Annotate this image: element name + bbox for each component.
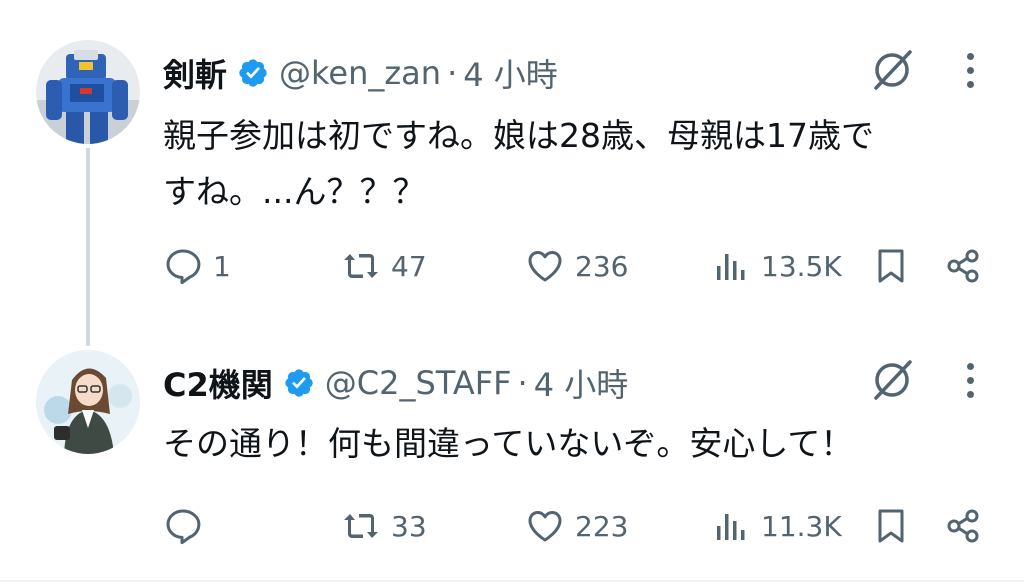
tweet-text-line: すね。...ん？？？ — [163, 172, 426, 211]
heart-icon — [528, 511, 562, 542]
anime-character-avatar-icon — [36, 350, 140, 454]
avatar[interactable] — [36, 350, 140, 454]
tweet-text-line: その通り！何も間違っていないぞ。安心して！ — [163, 424, 854, 463]
more-options-icon[interactable] — [956, 354, 984, 406]
tweet[interactable]: C2機関 @C2_STAFF · 4 小時 その通り！何も間違っていないぞ。安心… — [0, 330, 1024, 582]
avatar[interactable] — [36, 40, 140, 144]
more-options-icon[interactable] — [956, 44, 984, 96]
tweet-actions: 1 47 236 13.5K — [163, 240, 993, 292]
retweet-count: 47 — [391, 249, 427, 283]
bookmark-button[interactable] — [871, 500, 911, 552]
timestamp[interactable]: 4 小時 — [463, 50, 558, 96]
author-handle[interactable]: @C2_STAFF — [325, 364, 512, 402]
timestamp[interactable]: 4 小時 — [534, 360, 629, 406]
verified-badge-icon — [239, 59, 267, 87]
tweet[interactable]: 剣斬 @ken_zan · 4 小時 親子参加は初ですね。娘は28歳、母親は17… — [0, 0, 1024, 330]
heart-icon — [528, 251, 562, 282]
reply-icon — [166, 249, 201, 285]
tweet-header: C2機関 @C2_STAFF · 4 小時 — [163, 360, 628, 406]
views-button[interactable]: 11.3K — [711, 500, 842, 552]
views-chart-icon — [717, 254, 745, 280]
share-button[interactable] — [943, 500, 983, 552]
tweet-text: 親子参加は初ですね。娘は28歳、母親は17歳で すね。...ん？？？ — [163, 108, 993, 220]
tweet-text-line: 親子参加は初ですね。娘は28歳、母親は17歳で — [163, 116, 874, 155]
share-button[interactable] — [943, 240, 983, 292]
retweet-icon — [344, 514, 378, 538]
grok-icon[interactable] — [866, 44, 918, 96]
like-count: 236 — [575, 249, 629, 283]
bookmark-icon — [878, 509, 904, 543]
reply-icon — [166, 509, 201, 545]
tweet-divider — [0, 580, 1024, 582]
retweet-button[interactable]: 33 — [341, 500, 427, 552]
reply-button[interactable]: 1 — [163, 240, 231, 292]
separator-dot: · — [517, 364, 528, 402]
tweet-actions: 33 223 11.3K — [163, 500, 993, 552]
tweet-text: その通り！何も間違っていないぞ。安心して！ — [163, 416, 993, 472]
share-icon — [947, 509, 979, 543]
author-name[interactable]: 剣斬 — [163, 50, 227, 96]
separator-dot: · — [447, 54, 458, 92]
like-count: 223 — [575, 509, 629, 543]
verified-badge-icon — [285, 369, 313, 397]
robot-figure-avatar-icon — [36, 40, 140, 144]
reply-count: 1 — [213, 249, 231, 283]
author-name[interactable]: C2機関 — [163, 360, 273, 406]
reply-button[interactable] — [163, 500, 213, 552]
tweet-header: 剣斬 @ken_zan · 4 小時 — [163, 50, 558, 96]
views-count: 11.3K — [761, 509, 842, 543]
like-button[interactable]: 223 — [525, 500, 628, 552]
retweet-button[interactable]: 47 — [341, 240, 427, 292]
like-button[interactable]: 236 — [525, 240, 628, 292]
bookmark-icon — [878, 249, 904, 283]
bookmark-button[interactable] — [871, 240, 911, 292]
views-button[interactable]: 13.5K — [711, 240, 842, 292]
retweet-count: 33 — [391, 509, 427, 543]
share-icon — [947, 249, 979, 283]
author-handle[interactable]: @ken_zan — [279, 54, 441, 92]
views-chart-icon — [717, 514, 745, 540]
views-count: 13.5K — [761, 249, 842, 283]
grok-icon[interactable] — [866, 354, 918, 406]
retweet-icon — [344, 254, 378, 278]
